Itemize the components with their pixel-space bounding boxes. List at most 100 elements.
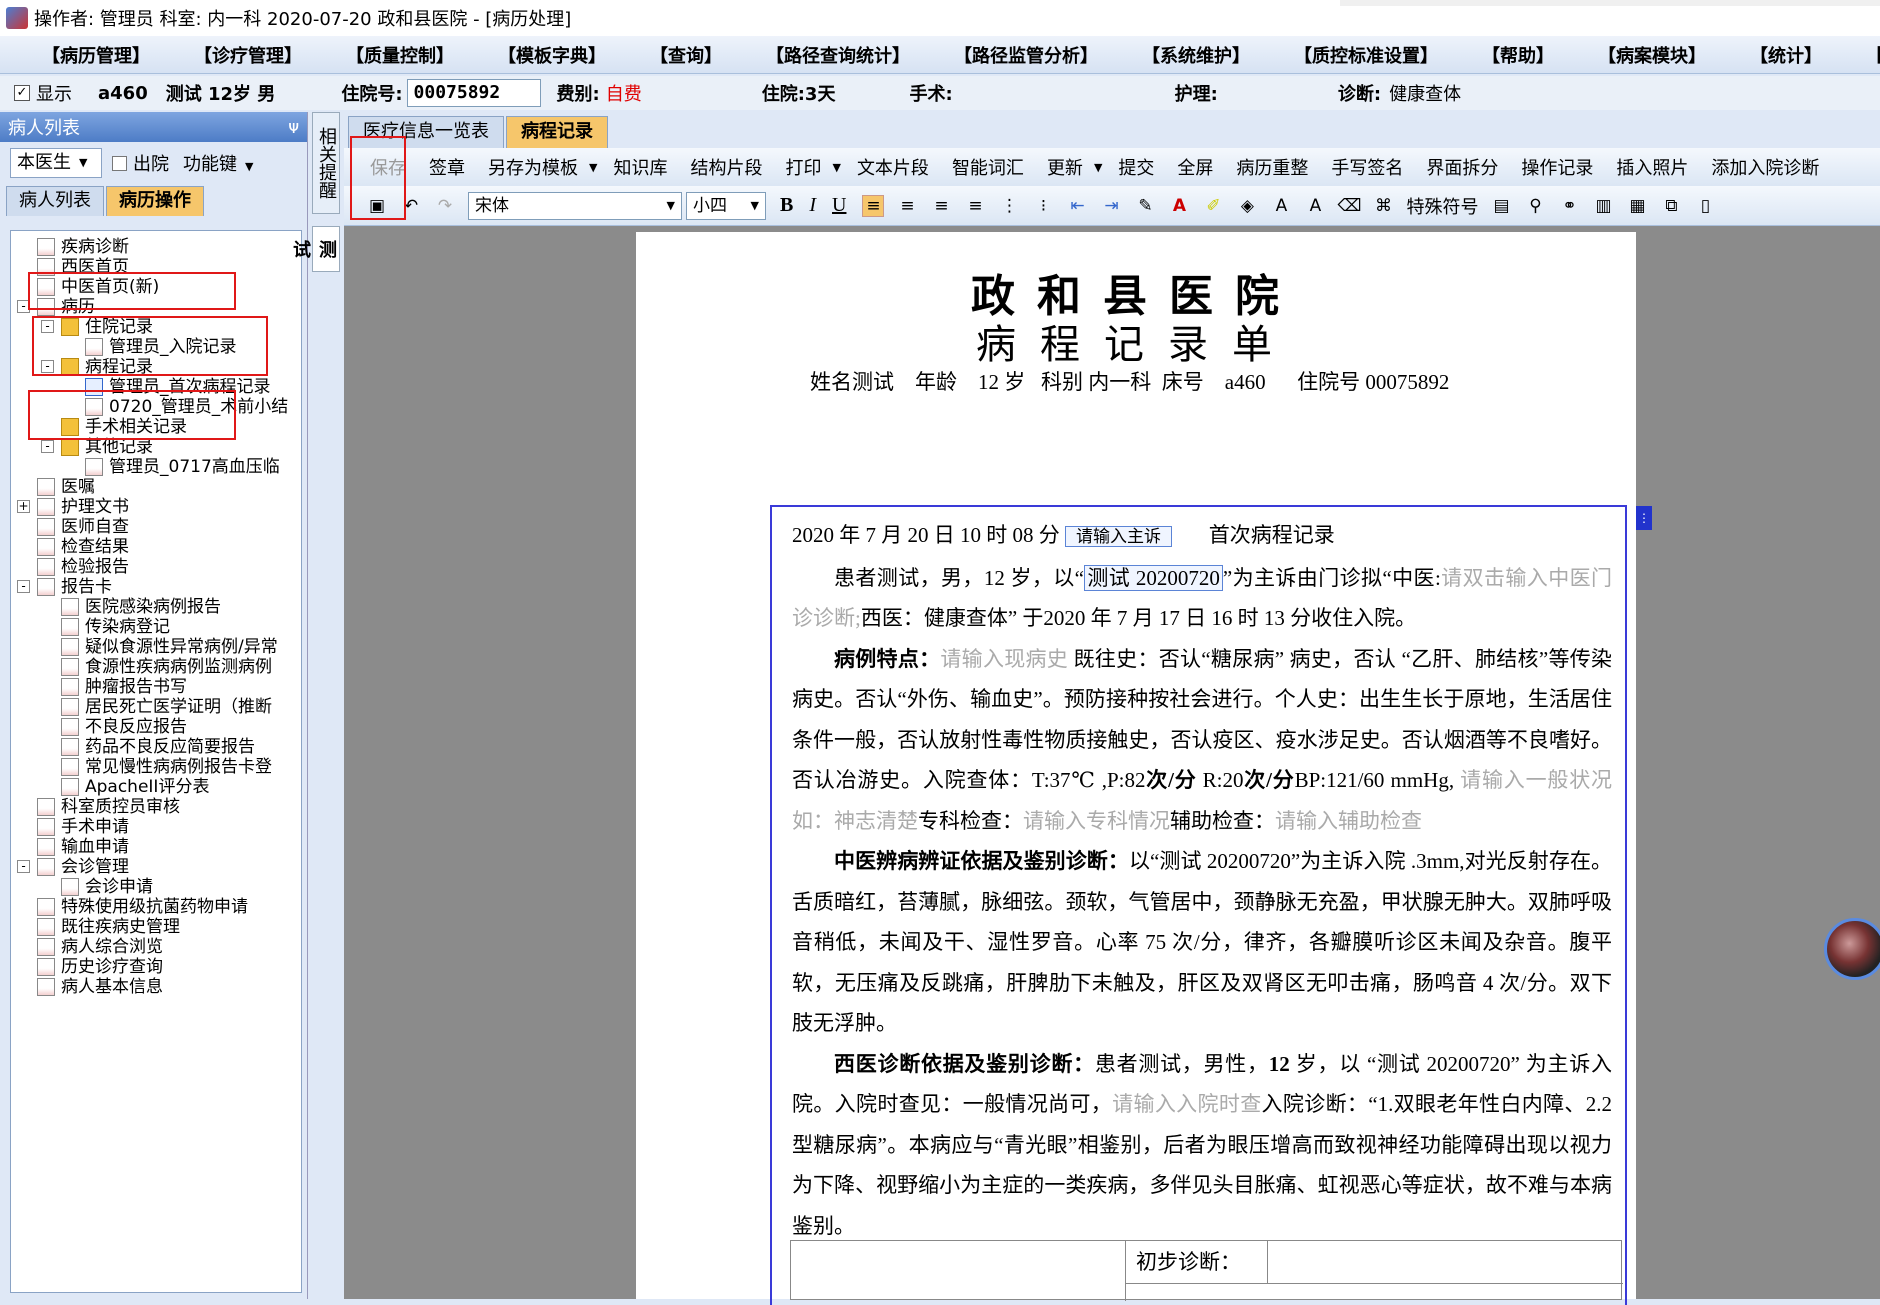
avatar[interactable] bbox=[1824, 918, 1880, 980]
expand-icon[interactable]: + bbox=[17, 500, 30, 513]
tab-related-reminders[interactable]: 相关提醒 bbox=[312, 112, 340, 214]
section-handle-icon[interactable]: ⋮ bbox=[1636, 506, 1652, 530]
menu-record-management[interactable]: 【病历管理】 bbox=[42, 42, 150, 68]
document-icon[interactable]: ▯ bbox=[1694, 195, 1716, 217]
menu-system-maintenance[interactable]: 【系统维护】 bbox=[1142, 42, 1250, 68]
toolbar-button[interactable]: 更新 bbox=[1047, 154, 1083, 180]
menu-statistics[interactable]: 【统计】 bbox=[1750, 42, 1822, 68]
menu-query[interactable]: 【查询】 bbox=[650, 42, 722, 68]
document-icon bbox=[37, 958, 55, 976]
toolbar-button[interactable]: 文本片段 bbox=[857, 154, 929, 180]
font-color-icon[interactable]: A bbox=[1168, 195, 1190, 217]
discharged-label: 出院 bbox=[133, 154, 169, 175]
chief-complaint-field[interactable]: 请输入主诉 bbox=[1065, 526, 1172, 547]
toolbar-button[interactable]: 打印 bbox=[785, 154, 821, 180]
menu-template-dictionary[interactable]: 【模板字典】 bbox=[498, 42, 606, 68]
record-type: 首次病程记录 bbox=[1208, 523, 1335, 547]
page-setup-icon[interactable]: ▦ bbox=[1626, 195, 1648, 217]
align-right-icon[interactable]: ≡ bbox=[930, 195, 952, 217]
toolbar-button[interactable]: 结构片段 bbox=[690, 154, 762, 180]
tab-record-operations[interactable]: 病历操作 bbox=[106, 186, 204, 216]
admission-exam-placeholder[interactable]: 请输入入院时查 bbox=[1112, 1092, 1261, 1116]
italic-icon[interactable]: I bbox=[809, 194, 816, 217]
justify-icon[interactable]: ≡ bbox=[964, 195, 986, 217]
font-size-select[interactable]: 小四 ▼ bbox=[686, 191, 766, 220]
menu-diagnosis-management[interactable]: 【诊疗管理】 bbox=[194, 42, 302, 68]
font-grow-icon[interactable]: A bbox=[1270, 195, 1292, 217]
format-toolbar: ▣ ↶ ↷ 宋体 ▼ 小四 ▼ B I U ≡ ≡ ≡ ≡ ⋮ ⁝ ⇤ ⇥ ✎ A … bbox=[344, 186, 1880, 226]
toolbar-button[interactable]: 手写签名 bbox=[1331, 154, 1403, 180]
bullet-list-icon[interactable]: ⁝ bbox=[1032, 195, 1054, 217]
menu-quality-control[interactable]: 【质量控制】 bbox=[346, 42, 454, 68]
highlight-icon[interactable]: ✐ bbox=[1202, 195, 1224, 217]
tab-test[interactable]: 测试 bbox=[290, 226, 340, 272]
age-label: 年龄 bbox=[915, 370, 957, 394]
chevron-down-icon[interactable]: ▼ bbox=[832, 161, 840, 174]
menu-window[interactable]: 【窗口】 bbox=[1866, 42, 1880, 68]
complaint-box[interactable]: 测试 20200720 bbox=[1084, 564, 1223, 591]
discharged-checkbox[interactable] bbox=[112, 155, 127, 171]
special-symbol-icon[interactable]: ⌘ bbox=[1372, 195, 1394, 217]
redo-icon[interactable]: ↷ bbox=[434, 195, 456, 217]
font-family-select[interactable]: 宋体 ▼ bbox=[468, 191, 682, 220]
toolbar-button[interactable]: 插入照片 bbox=[1616, 154, 1688, 180]
record-body[interactable]: 2020 年 7 月 20 日 10 时 08 分 请输入主诉 首次病程记录 患… bbox=[792, 515, 1612, 1246]
menu-path-monitor[interactable]: 【路径监管分析】 bbox=[954, 42, 1098, 68]
tree-node[interactable]: 病人基本信息 bbox=[37, 975, 163, 999]
menu-case-module[interactable]: 【病案模块】 bbox=[1598, 42, 1706, 68]
collapse-icon[interactable]: - bbox=[41, 440, 54, 453]
pin-icon[interactable]: ᴪ bbox=[288, 117, 299, 138]
chevron-down-icon[interactable]: ▼ bbox=[589, 161, 597, 174]
toolbar-button[interactable]: 知识库 bbox=[613, 154, 667, 180]
numbered-list-icon[interactable]: ⋮ bbox=[998, 195, 1020, 217]
toolbar-button[interactable]: 全屏 bbox=[1177, 154, 1213, 180]
function-keys-dropdown[interactable]: 功能键 ▼ bbox=[183, 150, 253, 176]
insert-note-icon[interactable]: ▤ bbox=[1490, 195, 1512, 217]
search-icon[interactable]: ⚲ bbox=[1524, 195, 1546, 217]
doctor-select[interactable]: 本医生 ▼ bbox=[10, 148, 102, 178]
left-panel: 病人列表 ᴪ 本医生 ▼ 出院 功能键 ▼ 病人列表 病历操作 疾病诊断 西医首页 中医… bbox=[0, 112, 308, 1299]
toolbar-button[interactable]: 病历重整 bbox=[1236, 154, 1308, 180]
left-tabs: 病人列表 病历操作 bbox=[0, 184, 307, 216]
collapse-icon[interactable]: - bbox=[17, 860, 30, 873]
admission-number-field[interactable]: 00075892 bbox=[406, 79, 541, 107]
font-shrink-icon[interactable]: A bbox=[1304, 195, 1326, 217]
fill-color-icon[interactable]: ◈ bbox=[1236, 195, 1258, 217]
indent-icon[interactable]: ⇥ bbox=[1100, 195, 1122, 217]
binoculars-icon[interactable]: ⚭ bbox=[1558, 195, 1580, 217]
toolbar-button[interactable]: 操作记录 bbox=[1521, 154, 1593, 180]
specialty-placeholder[interactable]: 请输入专科情况 bbox=[1023, 809, 1170, 833]
tab-patient-list[interactable]: 病人列表 bbox=[6, 186, 104, 216]
align-center-icon[interactable]: ≡ bbox=[896, 195, 918, 217]
patient-id: a460 bbox=[98, 82, 148, 104]
bold-icon[interactable]: B bbox=[780, 194, 793, 217]
chevron-down-icon[interactable]: ▼ bbox=[1094, 161, 1102, 174]
toolbar-button[interactable]: 签章 bbox=[429, 154, 465, 180]
outdent-icon[interactable]: ⇤ bbox=[1066, 195, 1088, 217]
toolbar-button[interactable]: 添加入院诊断 bbox=[1711, 154, 1819, 180]
toolbar-button[interactable]: 另存为模板 bbox=[488, 154, 578, 180]
record-header-line: 2020 年 7 月 20 日 10 时 08 分 请输入主诉 首次病程记录 bbox=[792, 515, 1612, 558]
preview-icon[interactable]: ▥ bbox=[1592, 195, 1614, 217]
tree-node[interactable]: 管理员_0717高血压临 bbox=[85, 455, 280, 479]
toolbar-button[interactable]: 智能词汇 bbox=[952, 154, 1024, 180]
format-painter-icon[interactable]: ✎ bbox=[1134, 195, 1156, 217]
menu-path-query-stats[interactable]: 【路径查询统计】 bbox=[766, 42, 910, 68]
present-illness-placeholder[interactable]: 请输入现病史 bbox=[940, 647, 1068, 671]
dept-value: 内一科 bbox=[1088, 370, 1152, 394]
menu-qc-standards[interactable]: 【质控标准设置】 bbox=[1294, 42, 1438, 68]
copy-icon[interactable]: ⧉ bbox=[1660, 195, 1682, 217]
auxiliary-exam-placeholder[interactable]: 请输入辅助检查 bbox=[1275, 809, 1422, 833]
show-checkbox[interactable]: ✓ bbox=[14, 85, 30, 101]
underline-icon[interactable]: U bbox=[832, 194, 846, 217]
toolbar-button[interactable]: 提交 bbox=[1118, 154, 1154, 180]
special-symbol-label[interactable]: 特殊符号 bbox=[1406, 193, 1478, 219]
toolbar-button[interactable]: 界面拆分 bbox=[1426, 154, 1498, 180]
bed-value: a460 bbox=[1224, 370, 1266, 394]
tab-progress-record[interactable]: 病程记录 bbox=[506, 116, 608, 148]
wm-basis-heading: 西医诊断依据及鉴别诊断： bbox=[834, 1051, 1095, 1076]
clear-format-icon[interactable]: ⌫ bbox=[1337, 195, 1361, 217]
collapse-icon[interactable]: - bbox=[17, 580, 30, 593]
align-left-icon[interactable]: ≡ bbox=[862, 194, 885, 217]
menu-help[interactable]: 【帮助】 bbox=[1482, 42, 1554, 68]
